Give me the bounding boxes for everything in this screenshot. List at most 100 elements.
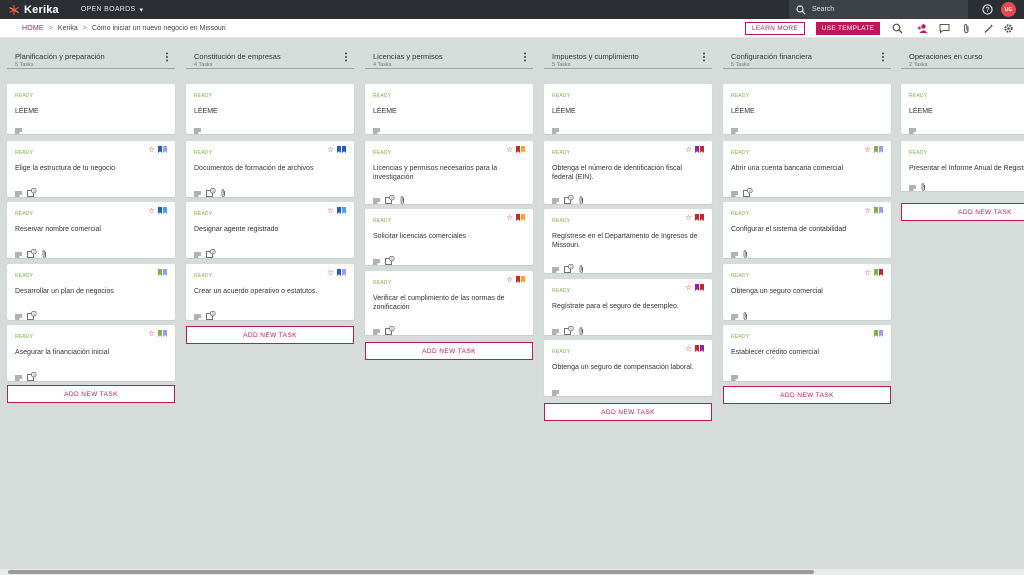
- board: Planificación y preparación 5 Tasks READY L…: [0, 39, 1024, 569]
- star-icon[interactable]: ☆: [864, 146, 871, 154]
- avatar[interactable]: UG: [1001, 2, 1016, 17]
- star-icon[interactable]: ☆: [864, 269, 871, 277]
- task-status: READY: [552, 349, 571, 355]
- add-new-task-button[interactable]: ADD NEW TASK: [901, 203, 1024, 221]
- board-column: Licencias y permisos 4 Tasks READY LÉEME REA…: [365, 48, 533, 360]
- add-new-task-button[interactable]: ADD NEW TASK: [544, 403, 712, 421]
- task-indicators: [731, 245, 753, 263]
- task-card[interactable]: READY Verificar el cumplimiento de las no…: [365, 271, 533, 335]
- more-vertical-icon[interactable]: [881, 52, 885, 62]
- task-status: READY: [15, 334, 34, 340]
- star-icon[interactable]: ☆: [327, 269, 334, 277]
- tag-icon: [163, 146, 167, 153]
- search-icon[interactable]: [892, 23, 903, 34]
- column-header[interactable]: Constitución de empresas 4 Tasks: [186, 48, 354, 69]
- star-icon[interactable]: ☆: [327, 207, 334, 215]
- more-vertical-icon[interactable]: [523, 52, 527, 62]
- more-vertical-icon[interactable]: [165, 52, 169, 62]
- gear-icon[interactable]: [1003, 23, 1014, 34]
- task-card[interactable]: READY LÉEME: [901, 84, 1024, 134]
- more-vertical-icon[interactable]: [344, 52, 348, 62]
- task-title: Documentos de formación de archivos: [194, 165, 314, 172]
- task-card[interactable]: READY Obtenga un seguro comercial ☆: [723, 264, 891, 320]
- task-card[interactable]: READY Configurar el sistema de contabilid…: [723, 202, 891, 258]
- tag-icon: [163, 269, 167, 276]
- add-person-icon[interactable]: [917, 23, 928, 34]
- star-icon[interactable]: ☆: [506, 214, 513, 222]
- task-tags: ☆: [685, 345, 704, 352]
- chat-icon: [731, 184, 738, 202]
- task-status: READY: [373, 93, 392, 99]
- task-card[interactable]: READY Elige la estructura de tu negocio ☆ 0: [7, 141, 175, 197]
- horizontal-scrollbar[interactable]: [0, 569, 1024, 575]
- task-card[interactable]: READY LÉEME: [544, 84, 712, 134]
- tag-icon: [342, 146, 346, 153]
- chat-icon: [909, 121, 916, 139]
- task-card[interactable]: READY Solicitar licencias comerciales ☆ 0: [365, 209, 533, 265]
- learn-more-button[interactable]: LEARN MORE: [745, 22, 805, 35]
- column-header[interactable]: Licencias y permisos 4 Tasks: [365, 48, 533, 69]
- task-card[interactable]: READY Documentos de formación de archivos…: [186, 141, 354, 197]
- star-icon[interactable]: ☆: [685, 345, 692, 353]
- add-new-task-button[interactable]: ADD NEW TASK: [365, 342, 533, 360]
- attachment-icon[interactable]: [961, 23, 972, 34]
- task-card[interactable]: READY LÉEME: [7, 84, 175, 134]
- add-new-task-button[interactable]: ADD NEW TASK: [7, 385, 175, 403]
- add-new-task-button[interactable]: ADD NEW TASK: [186, 326, 354, 344]
- task-card[interactable]: READY Obtenga un seguro de compensación l…: [544, 340, 712, 396]
- scrollbar-thumb[interactable]: [8, 570, 814, 574]
- search-input[interactable]: Search: [789, 0, 968, 19]
- task-card[interactable]: READY Crear un acuerdo operativo o estatu…: [186, 264, 354, 320]
- task-card[interactable]: READY Abrir una cuenta bancaria comercial…: [723, 141, 891, 197]
- help-icon[interactable]: ?: [982, 4, 993, 15]
- kerika-logo[interactable]: Kerika: [8, 0, 59, 19]
- task-card[interactable]: READY Licencias y permisos necesarios par…: [365, 141, 533, 204]
- star-icon[interactable]: ☆: [685, 284, 692, 292]
- task-card[interactable]: READY Designar agente registrado ☆ 0: [186, 202, 354, 258]
- column-header[interactable]: Operaciones en curso 2 Tasks: [901, 48, 1024, 69]
- open-boards-menu[interactable]: OPEN BOARDS ▾: [81, 6, 143, 14]
- task-card[interactable]: READY Asegurar la financiación inicial ☆ 0: [7, 325, 175, 381]
- task-card[interactable]: READY LÉEME: [365, 84, 533, 134]
- task-card[interactable]: READY Presentar el Informe Anual de Regis…: [901, 141, 1024, 191]
- task-card[interactable]: READY Regístrate para el seguro de desemp…: [544, 279, 712, 335]
- task-title: Establecer crédito comercial: [731, 349, 819, 356]
- task-card[interactable]: READY Regístrese en el Departamento de In…: [544, 209, 712, 273]
- star-icon[interactable]: ☆: [864, 207, 871, 215]
- star-icon[interactable]: ☆: [685, 146, 692, 154]
- task-card[interactable]: READY Desarrollar un plan de negocios 0: [7, 264, 175, 320]
- use-template-button[interactable]: USE TEMPLATE: [816, 22, 880, 35]
- star-icon[interactable]: ☆: [506, 276, 513, 284]
- task-card[interactable]: READY Establecer crédito comercial: [723, 325, 891, 381]
- task-card[interactable]: READY LÉEME: [723, 84, 891, 134]
- column-header[interactable]: Configuración financiera 5 Tasks: [723, 48, 891, 69]
- column-header[interactable]: Planificación y preparación 5 Tasks: [7, 48, 175, 69]
- tag-icon: [342, 207, 346, 214]
- tag-icon: [342, 269, 346, 276]
- add-new-task-button[interactable]: ADD NEW TASK: [723, 386, 891, 404]
- star-icon[interactable]: ☆: [148, 207, 155, 215]
- task-indicators: 0: [15, 184, 42, 202]
- chat-icon: [552, 322, 559, 340]
- breadcrumb-workspace[interactable]: Kerika: [58, 25, 78, 32]
- star-icon[interactable]: ☆: [148, 330, 155, 338]
- chat-icon: [15, 184, 22, 202]
- task-card[interactable]: READY Reservar nombre comercial ☆ 0: [7, 202, 175, 258]
- task-title: LÉEME: [731, 108, 755, 115]
- chat-icon: [15, 245, 22, 263]
- star-icon[interactable]: ☆: [148, 146, 155, 154]
- task-card[interactable]: READY LÉEME: [186, 84, 354, 134]
- star-icon[interactable]: ☆: [506, 146, 513, 154]
- wand-icon[interactable]: [983, 23, 994, 34]
- task-card[interactable]: READY Obtenga el número de identificación…: [544, 141, 712, 204]
- star-icon[interactable]: ☆: [685, 214, 692, 222]
- tag-icon: [521, 146, 525, 153]
- chat-icon[interactable]: [939, 23, 950, 34]
- breadcrumb-home[interactable]: HOME: [22, 25, 44, 32]
- attachment-icon: [42, 245, 47, 263]
- task-status: READY: [194, 93, 213, 99]
- column-header[interactable]: Impuestos y cumplimiento 5 Tasks: [544, 48, 712, 69]
- more-vertical-icon[interactable]: [702, 52, 706, 62]
- open-boards-label: OPEN BOARDS: [80, 6, 136, 13]
- star-icon[interactable]: ☆: [327, 146, 334, 154]
